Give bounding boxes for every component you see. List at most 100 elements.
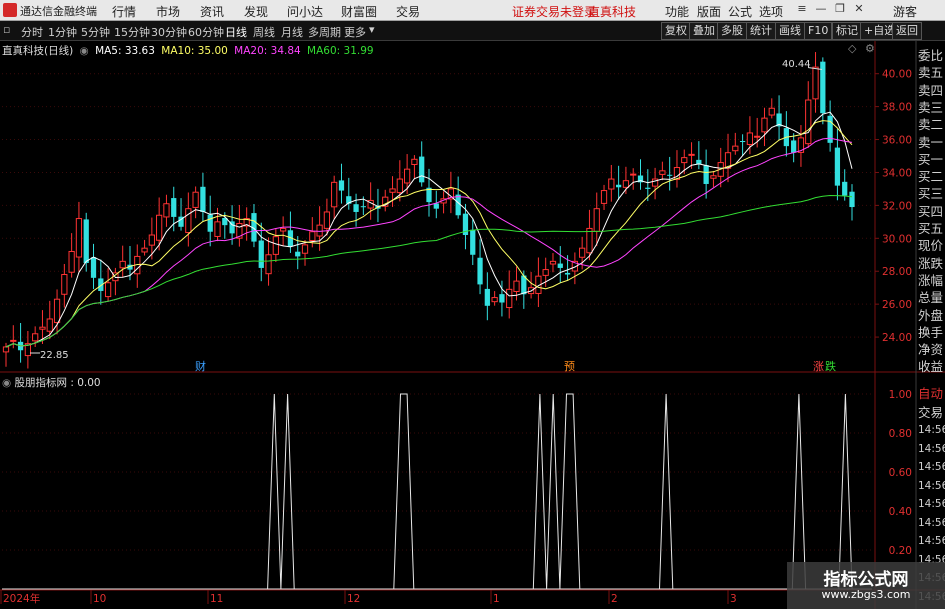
side-panel-item[interactable]: 净资 [918, 342, 945, 357]
period-15min[interactable]: 15分钟 [114, 24, 150, 40]
menu-xuanxiang[interactable]: 选项 [759, 3, 783, 20]
date-axis-label: 1 [493, 593, 500, 605]
period-30min[interactable]: 30分钟 [151, 24, 187, 40]
menu-wenxiaoda[interactable]: 问小达 [287, 3, 323, 20]
legend-toggle-icon[interactable]: ◉ [80, 45, 89, 57]
candle-up [163, 203, 170, 218]
period-weekly[interactable]: 周线 [253, 24, 275, 40]
indicator-toggle-icon[interactable]: ◉ [2, 377, 11, 389]
menu-icon[interactable]: ≡ [794, 2, 810, 17]
candle-up [185, 208, 192, 234]
side-panel-item[interactable]: 换手 [918, 325, 945, 340]
side-panel-mode[interactable]: 交易 [918, 405, 945, 420]
minimize-icon[interactable]: — [813, 2, 829, 17]
period-60min[interactable]: 60分钟 [188, 24, 224, 40]
event-die-marker[interactable]: 跌 [825, 358, 836, 374]
ma5-line [5, 111, 853, 348]
menu-bar: 通达信金融终端 行情 市场 资讯 发现 问小达 财富圈 交易 证券交易未登录 直… [0, 0, 945, 21]
candle-up [396, 178, 403, 194]
tool-huaxian[interactable]: 画线 [775, 22, 805, 40]
menu-shichang[interactable]: 市场 [156, 3, 180, 20]
menu-jiaoyi[interactable]: 交易 [396, 3, 420, 20]
candle-down [739, 141, 746, 143]
tool-diejia[interactable]: 叠加 [689, 22, 719, 40]
side-panel-item[interactable]: 买四 [918, 204, 945, 219]
candle-up [331, 181, 338, 208]
tool-duogu[interactable]: 多股 [717, 22, 747, 40]
menu-gongneng[interactable]: 功能 [665, 3, 689, 20]
candle-up [403, 168, 411, 184]
close-icon[interactable]: ✕ [851, 2, 867, 17]
stock-title: 直真科技(日线) [2, 45, 74, 57]
side-panel-item[interactable]: 买一 [918, 152, 945, 167]
candle-down [83, 219, 89, 263]
side-panel-item[interactable]: 买三 [918, 186, 945, 201]
restore-icon[interactable]: ❐ [832, 2, 848, 17]
tool-fuquan[interactable]: 复权 [661, 22, 691, 40]
side-panel-item[interactable]: 买二 [918, 169, 945, 184]
candle-up [549, 260, 557, 265]
side-panel-item[interactable]: 买五 [918, 221, 945, 236]
candle-up [10, 339, 17, 342]
low-price-label: 22.85 [40, 350, 69, 361]
menu-gongshi[interactable]: 公式 [728, 3, 752, 20]
candle-down [200, 186, 206, 212]
candle-up [805, 99, 812, 145]
period-fenshi[interactable]: 分时 [21, 24, 43, 40]
indicator-title: 股朋指标网 : 0.00 [14, 377, 101, 389]
side-panel-item[interactable]: 卖三 [918, 100, 945, 115]
candle-down [207, 214, 213, 232]
side-panel-item[interactable]: 涨幅 [918, 273, 945, 288]
chart-option-icon[interactable]: ◇ [848, 42, 856, 55]
side-panel-item[interactable]: 收益 [918, 359, 945, 374]
tool-f10[interactable]: F10 [804, 22, 833, 40]
side-panel-item[interactable]: 外盘 [918, 308, 945, 323]
event-caibao-marker[interactable]: 财 [195, 358, 206, 374]
menu-caifuquan[interactable]: 财富圈 [341, 3, 377, 20]
date-axis-label: 2024年 [3, 592, 40, 605]
menu-banmian[interactable]: 版面 [697, 3, 721, 20]
candle-up [506, 288, 513, 309]
candle-down [360, 206, 366, 208]
side-panel-mode[interactable]: 自动 [918, 386, 945, 401]
side-panel-item[interactable]: 卖五 [918, 65, 945, 80]
candle-up [659, 170, 666, 175]
tool-tongji[interactable]: 统计 [746, 22, 776, 40]
notice-stock-name[interactable]: 直真科技 [588, 3, 636, 20]
menu-hangqing[interactable]: 行情 [112, 3, 136, 20]
tick-time: 14:56 [918, 535, 945, 547]
period-daily[interactable]: 日线 [225, 24, 247, 40]
period-5min[interactable]: 5分钟 [81, 24, 110, 40]
candle-up [148, 234, 155, 246]
event-yugao-marker[interactable]: 预 [564, 358, 575, 374]
period-1min[interactable]: 1分钟 [48, 24, 77, 40]
tool-back[interactable]: 返回 [892, 22, 922, 40]
candle-up [681, 157, 688, 164]
tool-biaoji[interactable]: 标记 [832, 22, 862, 40]
menu-zixun[interactable]: 资讯 [200, 3, 224, 20]
candle-down [645, 187, 651, 189]
trade-login-notice[interactable]: 证券交易未登录 [512, 3, 596, 20]
menu-faxian[interactable]: 发现 [244, 3, 268, 20]
tick-time: 14:56 [918, 516, 945, 529]
event-zhang-marker[interactable]: 涨 [813, 358, 824, 374]
candle-up [280, 227, 287, 232]
side-panel-item[interactable]: 卖四 [918, 83, 945, 98]
period-monthly[interactable]: 月线 [281, 24, 303, 40]
ma60-label: MA60: 31.99 [307, 45, 374, 57]
side-panel-item[interactable]: 现价 [918, 238, 945, 253]
kline-chart[interactable]: 40.00 38.00 36.00 34.00 32.00 30.00 28.00 26.00… [0, 41, 945, 609]
side-panel-item[interactable]: 委比 [918, 48, 945, 63]
more-dropdown-icon[interactable]: ▾ [369, 23, 375, 36]
side-panel-item[interactable]: 卖二 [918, 117, 945, 132]
candle-up [622, 180, 630, 188]
side-panel-item[interactable]: 总量 [918, 290, 945, 305]
chart-settings-icon[interactable]: ⚙ [865, 42, 875, 55]
user-guest[interactable]: 游客 [893, 3, 917, 20]
side-panel-item[interactable]: 卖一 [918, 135, 945, 150]
period-more[interactable]: 更多 [344, 24, 366, 40]
toolbar-toggle-icon[interactable]: ▫ [3, 23, 10, 36]
period-multi[interactable]: 多周期 [308, 24, 341, 40]
candle-down [564, 272, 571, 275]
side-panel-item[interactable]: 涨跌 [918, 256, 945, 271]
